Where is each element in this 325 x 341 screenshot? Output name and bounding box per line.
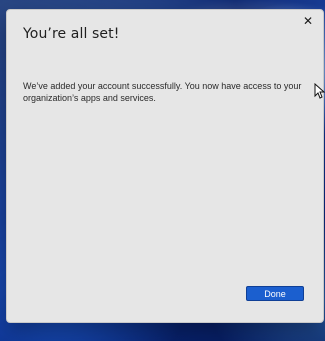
done-button[interactable]: Done <box>246 286 304 301</box>
close-button[interactable]: ✕ <box>299 13 317 29</box>
account-setup-dialog: ✕ You’re all set! We’ve added your accou… <box>6 9 324 323</box>
dialog-message: We’ve added your account successfully. Y… <box>23 81 302 103</box>
mouse-cursor-icon <box>314 83 325 99</box>
dialog-title: You’re all set! <box>23 26 120 42</box>
close-icon: ✕ <box>302 14 314 28</box>
